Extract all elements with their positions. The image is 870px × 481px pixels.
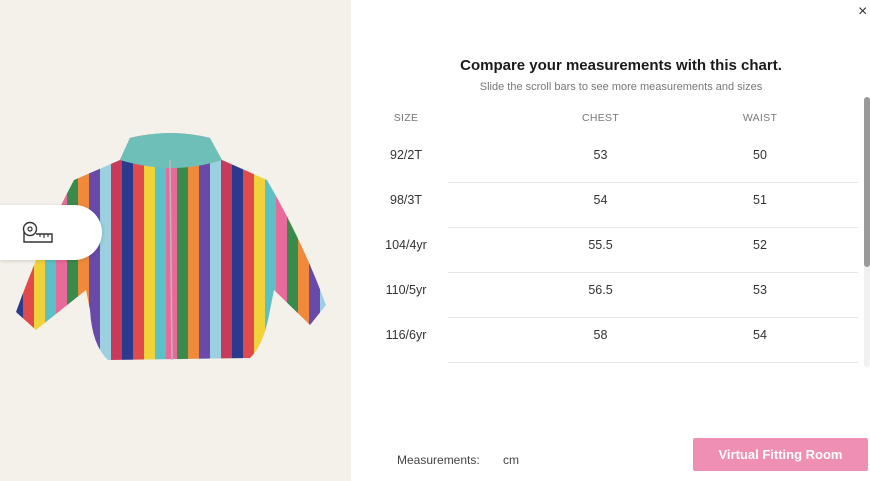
table-header: SIZE CHEST WAIST <box>381 104 859 132</box>
size-chart-panel: × Compare your measurements with this ch… <box>351 0 870 481</box>
table-row: 92/2T 53 50 <box>381 132 859 177</box>
cell-chest: 58 <box>593 327 608 342</box>
cell-waist: 54 <box>753 327 767 342</box>
chart-subtitle: Slide the scroll bars to see more measur… <box>479 81 763 93</box>
cell-size: 110/5yr <box>385 282 427 297</box>
jacket-stripe <box>320 133 326 360</box>
cell-chest: 53 <box>593 147 608 162</box>
row-divider <box>448 317 858 318</box>
jacket-stripe <box>100 133 111 360</box>
jacket-stripe <box>276 133 287 360</box>
measuring-tape-icon <box>22 221 53 243</box>
cell-size: 116/6yr <box>385 327 427 342</box>
cell-waist: 53 <box>753 282 767 297</box>
cell-waist: 52 <box>753 237 767 252</box>
table-row: 110/5yr 56.5 53 <box>381 267 859 312</box>
header-chest: CHEST <box>581 112 620 124</box>
jacket-stripe <box>243 133 254 360</box>
table-row: 98/3T 54 51 <box>381 177 859 222</box>
cell-waist: 51 <box>753 192 767 207</box>
collar <box>120 133 222 168</box>
jacket-stripe <box>309 133 320 360</box>
cell-size: 98/3T <box>390 192 422 207</box>
cell-chest: 54 <box>593 192 608 207</box>
header-waist: WAIST <box>742 112 778 124</box>
chart-title: Compare your measurements with this char… <box>460 57 782 74</box>
jacket-stripe <box>254 133 265 360</box>
jacket-stripe <box>111 133 122 360</box>
measurements-label: Measurements: <box>397 453 480 467</box>
virtual-fitting-room-button[interactable]: Virtual Fitting Room <box>693 438 868 471</box>
product-image-panel <box>0 0 351 481</box>
cell-size: 92/2T <box>390 147 422 162</box>
row-divider <box>448 362 858 363</box>
jacket-stripe <box>298 133 309 360</box>
cell-size: 104/4yr <box>385 237 427 252</box>
vertical-scrollbar[interactable] <box>864 97 870 367</box>
cell-chest: 55.5 <box>588 237 613 252</box>
jacket-stripe <box>287 133 298 360</box>
jacket-stripe <box>221 133 232 360</box>
scrollbar-thumb[interactable] <box>864 97 870 267</box>
jacket-stripe <box>265 133 276 360</box>
cell-waist: 50 <box>753 147 767 162</box>
row-divider <box>448 182 858 183</box>
row-divider <box>448 227 858 228</box>
size-table: SIZE CHEST WAIST 92/2T 53 50 98/3T 54 51 104/4… <box>381 104 859 363</box>
close-button[interactable]: × <box>858 2 870 22</box>
header-size: SIZE <box>393 112 419 124</box>
cell-chest: 56.5 <box>588 282 613 297</box>
size-guide-button[interactable] <box>0 205 102 260</box>
table-row: 104/4yr 55.5 52 <box>381 222 859 267</box>
jacket-stripe <box>232 133 243 360</box>
row-divider <box>448 272 858 273</box>
table-row: 116/6yr 58 54 <box>381 312 859 357</box>
measurements-unit[interactable]: cm <box>503 453 519 467</box>
